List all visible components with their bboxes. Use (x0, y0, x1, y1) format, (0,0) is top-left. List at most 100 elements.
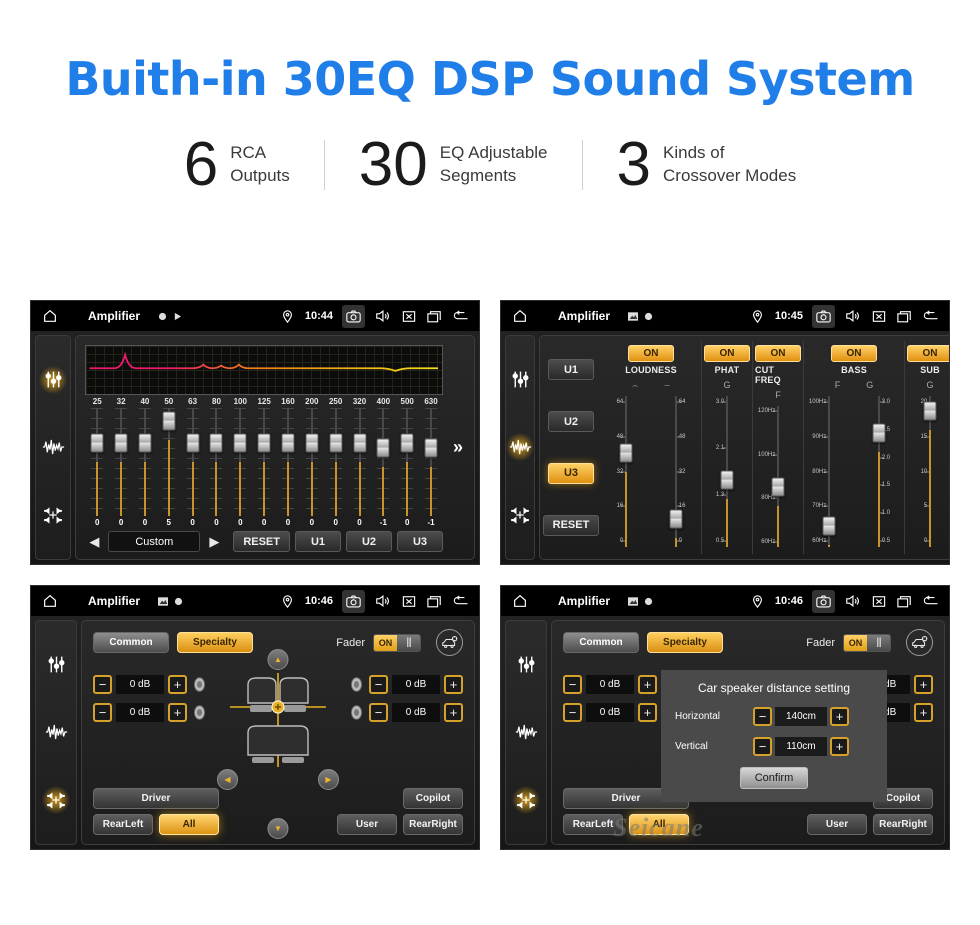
camera-icon[interactable] (342, 304, 365, 328)
recent-apps-icon[interactable] (896, 593, 913, 610)
close-box-icon[interactable] (400, 593, 417, 610)
fader-0[interactable]: 3.0 2.1 1.3 0.5 (704, 392, 750, 551)
preset-u1-button[interactable]: U1 (548, 359, 594, 381)
reset-button[interactable]: RESET (542, 514, 600, 536)
increase-button[interactable]: + (444, 703, 463, 722)
eq-slider-track[interactable] (209, 408, 223, 516)
slider-knob[interactable] (233, 433, 247, 453)
fader-knob[interactable] (822, 516, 836, 536)
seat-rearleft-button[interactable]: RearLeft (93, 814, 153, 835)
tab-specialty[interactable]: Specialty (177, 632, 253, 653)
eq-slider-track[interactable] (353, 408, 367, 516)
decrease-button[interactable]: − (93, 703, 112, 722)
toggle-cut-freq[interactable]: ON (755, 345, 801, 362)
sidebar-item-balance[interactable] (512, 786, 540, 815)
seat-user-button[interactable]: User (337, 814, 397, 835)
back-arrow-icon[interactable] (922, 308, 939, 325)
eq-band-200[interactable]: 0 (300, 408, 324, 528)
camera-icon[interactable] (812, 589, 835, 613)
recent-apps-icon[interactable] (426, 593, 443, 610)
fader-toggle[interactable]: ON ||| (843, 633, 891, 652)
volume-icon[interactable] (374, 593, 391, 610)
fader-1[interactable]: 644832160 (653, 392, 699, 551)
preset-u2-button[interactable]: U2 (548, 411, 594, 433)
sidebar-item-equalizer[interactable] (506, 366, 534, 394)
sidebar-item-waveform[interactable] (39, 433, 67, 461)
recent-apps-icon[interactable] (426, 308, 443, 325)
slider-knob[interactable] (424, 438, 438, 457)
increase-button[interactable]: + (914, 703, 933, 722)
decrease-button[interactable]: − (93, 675, 112, 694)
slider-knob[interactable] (257, 433, 271, 453)
increase-button[interactable]: + (914, 675, 933, 694)
sidebar-item-waveform[interactable] (512, 718, 540, 746)
fader-1[interactable]: 3.0 2.5 2.0 1.5 1.0 0.5 (856, 392, 902, 551)
home-icon[interactable] (41, 593, 58, 610)
eq-slider-track[interactable] (233, 408, 247, 516)
seat-copilot-button[interactable]: Copilot (403, 788, 463, 809)
tab-common[interactable]: Common (563, 632, 639, 653)
eq-slider-track[interactable] (114, 408, 128, 516)
eq-band-500[interactable]: 0 (395, 408, 419, 528)
slider-knob[interactable] (281, 433, 295, 453)
slider-knob[interactable] (376, 438, 390, 457)
eq-band-630[interactable]: -1 (419, 408, 443, 528)
decrease-button[interactable]: − (369, 675, 388, 694)
increase-button[interactable]: + (830, 707, 849, 726)
eq-slider-track[interactable] (424, 408, 438, 516)
home-icon[interactable] (511, 308, 528, 325)
increase-button[interactable]: + (638, 703, 657, 722)
seat-rearleft-button[interactable]: RearLeft (563, 814, 623, 835)
fader-toggle[interactable]: ON ||| (373, 633, 421, 652)
eq-slider-track[interactable] (186, 408, 200, 516)
seat-driver-button[interactable]: Driver (93, 788, 219, 809)
increase-button[interactable]: + (168, 703, 187, 722)
preset-name[interactable]: Custom (108, 531, 201, 552)
seat-user-button[interactable]: User (807, 814, 867, 835)
vertical-stepper[interactable]: − 110cm + (753, 737, 849, 756)
slider-knob[interactable] (114, 433, 128, 453)
eq-band-80[interactable]: 0 (205, 408, 229, 528)
close-box-icon[interactable] (400, 308, 417, 325)
home-icon[interactable] (41, 308, 58, 325)
toggle-sub[interactable]: ON (907, 345, 949, 362)
preset-prev-button[interactable]: ◀ (85, 534, 103, 550)
eq-band-400[interactable]: -1 (371, 408, 395, 528)
eq-slider-track[interactable] (90, 408, 104, 516)
slider-knob[interactable] (353, 433, 367, 453)
sidebar-item-equalizer[interactable] (512, 651, 540, 679)
seat-all-button[interactable]: All (629, 814, 689, 835)
preset-u3-button[interactable]: U3 (397, 531, 443, 552)
preset-u2-button[interactable]: U2 (346, 531, 392, 552)
dpad-up-button[interactable]: ▲ (267, 649, 289, 670)
slider-knob[interactable] (162, 411, 176, 430)
slider-knob[interactable] (329, 433, 343, 453)
sidebar-item-balance[interactable] (506, 501, 534, 529)
fader-knob[interactable] (669, 509, 683, 529)
slider-knob[interactable] (209, 433, 223, 453)
increase-button[interactable]: + (830, 737, 849, 756)
sidebar-item-balance[interactable] (42, 786, 70, 815)
sidebar-item-balance[interactable] (39, 501, 67, 529)
eq-band-40[interactable]: 0 (133, 408, 157, 528)
camera-icon[interactable] (342, 589, 365, 613)
toggle-loudness[interactable]: ON (628, 345, 674, 362)
camera-icon[interactable] (812, 304, 835, 328)
fader-0[interactable]: 20151050 (907, 392, 949, 551)
decrease-button[interactable]: − (369, 703, 388, 722)
fader-knob[interactable] (923, 401, 937, 421)
eq-slider-track[interactable] (376, 408, 390, 516)
preset-next-button[interactable]: ▶ (205, 534, 223, 550)
fader-knob[interactable] (720, 470, 734, 490)
eq-band-320[interactable]: 0 (348, 408, 372, 528)
confirm-button[interactable]: Confirm (740, 767, 808, 789)
seat-rearright-button[interactable]: RearRight (873, 814, 933, 835)
eq-slider-track[interactable] (329, 408, 343, 516)
volume-icon[interactable] (844, 308, 861, 325)
slider-knob[interactable] (90, 433, 104, 453)
toggle-bass[interactable]: ON (831, 345, 877, 362)
sidebar-item-waveform[interactable] (506, 433, 534, 462)
eq-band-63[interactable]: 0 (181, 408, 205, 528)
recent-apps-icon[interactable] (896, 308, 913, 325)
volume-icon[interactable] (844, 593, 861, 610)
